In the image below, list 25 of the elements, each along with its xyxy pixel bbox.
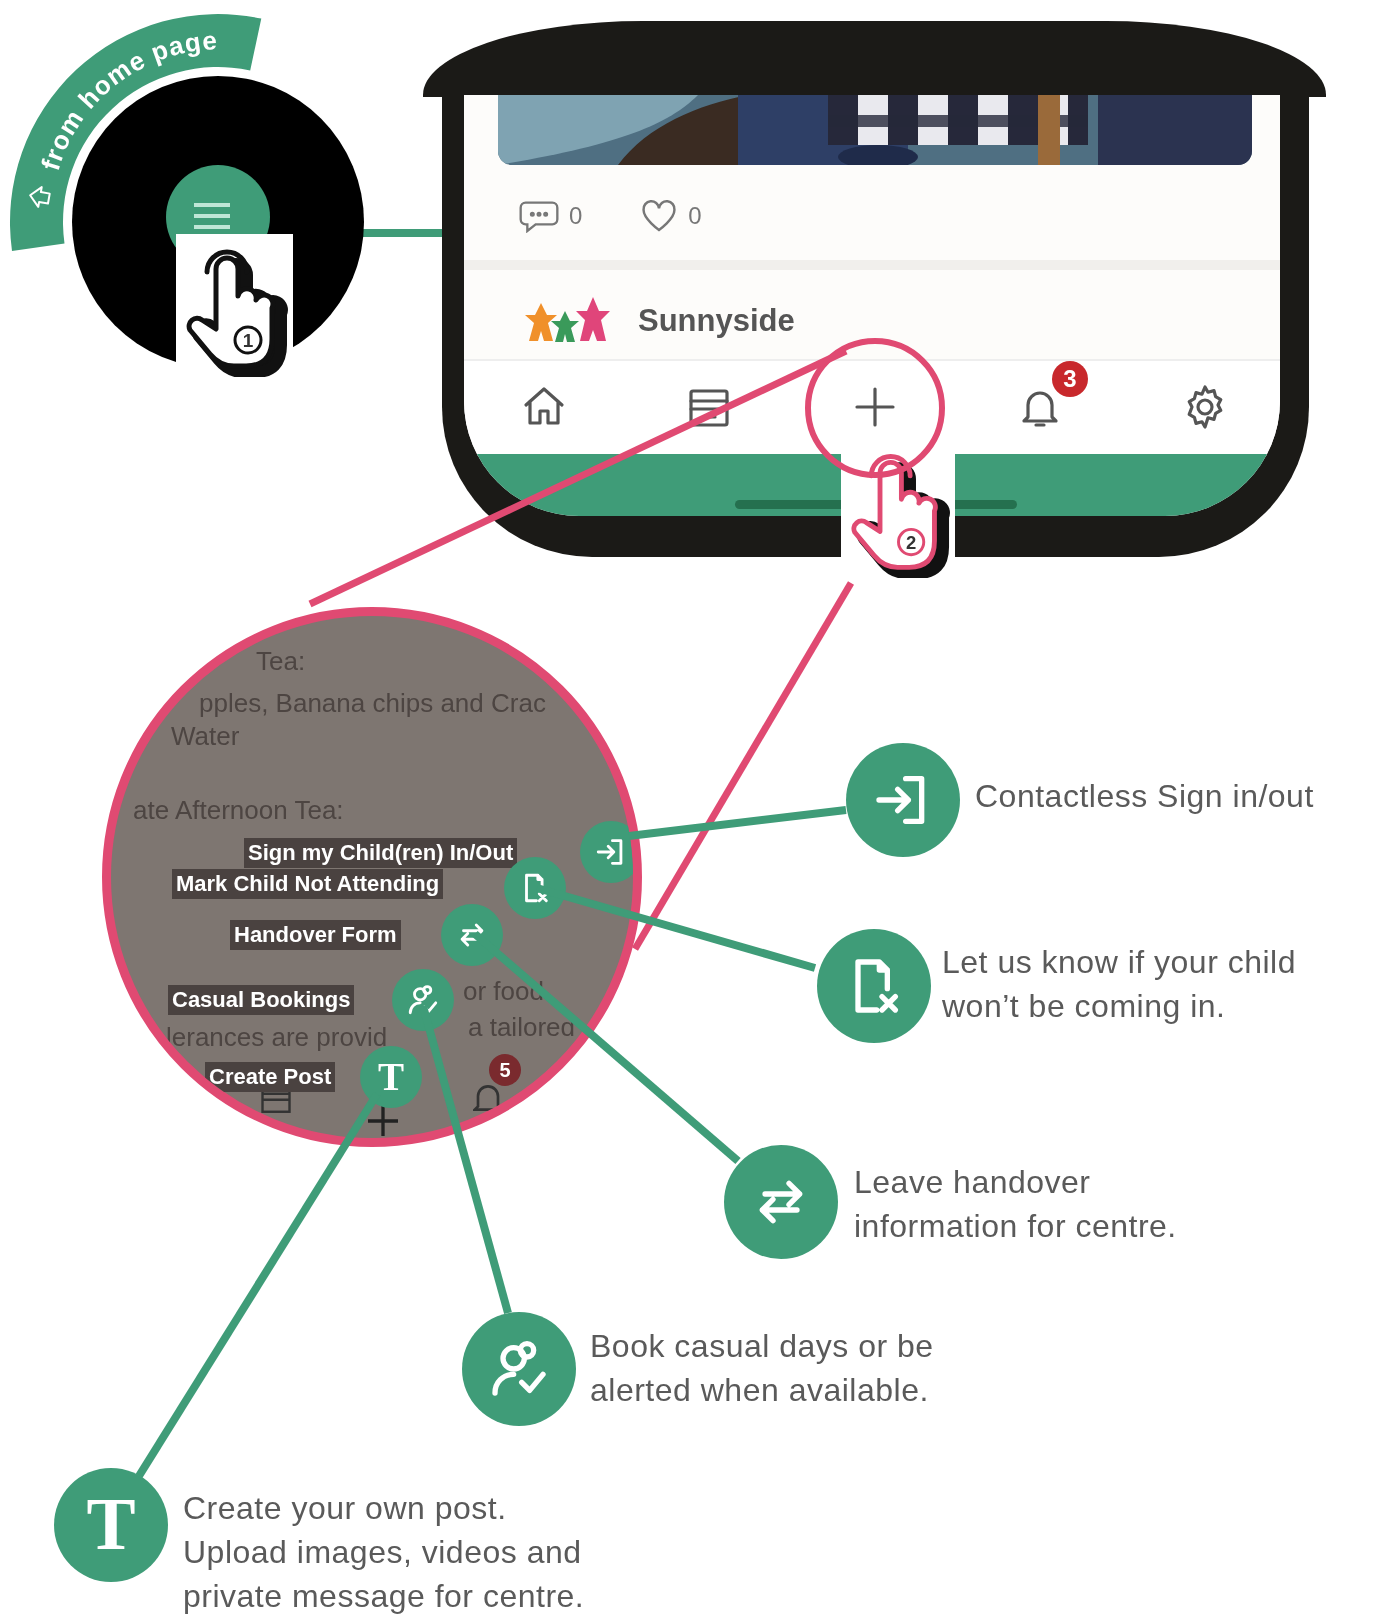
callout-text: Book casual days or be alerted when available. <box>590 1327 934 1410</box>
menu-label[interactable]: Create Post <box>205 1062 336 1092</box>
menu-icon <box>192 201 232 231</box>
callout-text: Contactless Sign in/out <box>975 777 1314 816</box>
letter-t-icon: T <box>86 1488 136 1562</box>
comment-icon[interactable] <box>519 199 559 233</box>
callout-text: Let us know if your child won’t be coming in. <box>942 943 1296 1026</box>
house-arrow-icon <box>29 186 51 208</box>
comment-count: 0 <box>569 202 583 230</box>
author-name: Sunnyside <box>638 303 795 339</box>
menu-label[interactable]: Casual Bookings <box>168 985 355 1015</box>
step-number: 2 <box>906 531 917 553</box>
like-count: 0 <box>688 202 702 230</box>
step-number: 1 <box>242 330 254 351</box>
person-check-icon <box>406 983 440 1017</box>
menu-label[interactable]: Sign my Child(ren) In/Out <box>244 838 518 868</box>
callout-text: Create your own post. Upload images, videos and private message for centre. <box>183 1489 585 1616</box>
callout-text: Leave handover information for centre. <box>854 1163 1177 1246</box>
menu-action-button[interactable] <box>580 821 633 883</box>
menu-label[interactable]: Mark Child Not Attending <box>172 869 444 899</box>
notification-badge: 5 <box>489 1054 521 1086</box>
notification-badge: 3 <box>1052 361 1088 397</box>
letter-t-icon: T <box>377 1057 405 1097</box>
heart-icon[interactable] <box>640 199 679 233</box>
menu-label[interactable]: Handover Form <box>230 920 401 950</box>
